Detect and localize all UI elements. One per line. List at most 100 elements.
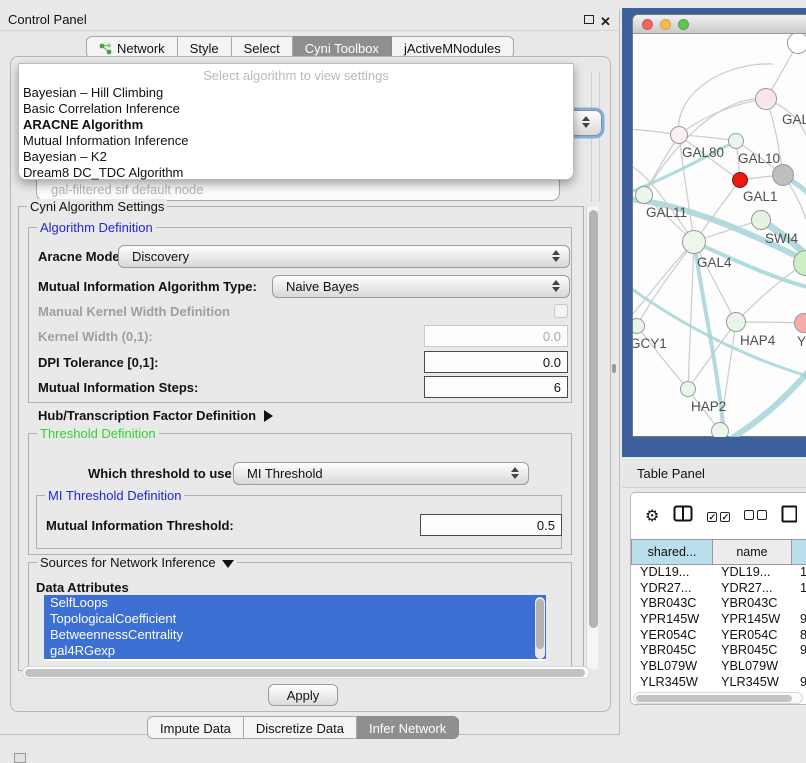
algorithm-option[interactable]: Bayesian – K2 xyxy=(19,149,573,165)
algorithm-dropdown-popup: Select algorithm to view settings Bayesi… xyxy=(18,63,574,180)
settings-horizontal-scrollbar[interactable] xyxy=(22,666,590,679)
table-body: YDL19...YDL19...13 YDR27...YDR27...12 YB… xyxy=(631,565,806,691)
network-node[interactable] xyxy=(680,381,696,397)
network-node-label: GAL4 xyxy=(697,255,732,270)
algorithm-option[interactable]: Dream8 DC_TDC Algorithm xyxy=(19,165,573,181)
algorithm-option[interactable]: Basic Correlation Inference xyxy=(19,101,573,117)
network-node[interactable] xyxy=(670,126,688,144)
network-canvas[interactable]: GALGAL80GAL10GAL1GAL11SWI4GAL4GCY1HAP4YH… xyxy=(633,34,806,437)
float-window-icon[interactable] xyxy=(584,15,594,24)
mi-threshold-field[interactable]: 0.5 xyxy=(420,514,562,536)
control-panel: Control Panel ✕ Network Style Select Cyn… xyxy=(0,9,620,735)
table-toolbar: ⚙ ✓✓ xyxy=(631,493,806,537)
network-node[interactable] xyxy=(711,422,729,437)
column-header-partial[interactable] xyxy=(791,539,806,565)
column-header-name[interactable]: name xyxy=(712,539,791,565)
network-node[interactable] xyxy=(772,164,794,186)
algorithm-prompt: Select algorithm to view settings xyxy=(19,68,573,85)
which-threshold-label: Which threshold to use: xyxy=(88,466,236,481)
network-selector-value: gal-filtered sif default node xyxy=(51,182,203,197)
stepper-arrows-icon xyxy=(511,467,519,479)
algorithm-definition-title: Algorithm Definition xyxy=(37,220,156,235)
table-panel-title: Table Panel xyxy=(637,466,705,481)
close-traffic-light[interactable] xyxy=(642,19,653,30)
stepper-arrows-icon xyxy=(582,116,590,128)
network-node-label: HAP4 xyxy=(740,333,775,348)
network-node[interactable] xyxy=(787,34,806,54)
aracne-mode-combobox[interactable]: Discovery xyxy=(118,245,570,268)
scrollbar-thumb[interactable] xyxy=(589,210,598,628)
network-node-label: GAL xyxy=(782,112,806,127)
mi-threshold-group-title: MI Threshold Definition xyxy=(45,488,184,503)
network-node[interactable] xyxy=(682,230,706,254)
mi-steps-field[interactable]: 6 xyxy=(424,376,568,398)
mi-steps-label: Mutual Information Steps: xyxy=(38,380,198,395)
network-node[interactable] xyxy=(726,312,746,332)
table-horizontal-scrollbar[interactable] xyxy=(633,692,803,704)
close-icon[interactable]: ✕ xyxy=(600,11,611,33)
algorithm-option[interactable]: Mutual Information Inference xyxy=(19,133,573,149)
hub-definition-expander[interactable]: Hub/Transcription Factor Definition xyxy=(38,408,273,423)
attributes-scrollbar[interactable] xyxy=(535,597,545,659)
network-window-titlebar[interactable] xyxy=(633,15,806,34)
network-node-label: GAL10 xyxy=(738,151,780,166)
zoom-traffic-light[interactable] xyxy=(678,19,689,30)
table-row[interactable]: YLR345WYLR345W9. xyxy=(631,675,806,691)
table-row[interactable]: YIL052CYIL052C9 xyxy=(631,691,806,692)
table-row[interactable]: YDL19...YDL19...13 xyxy=(631,565,806,581)
network-node[interactable] xyxy=(732,172,748,188)
table-row[interactable]: YBR045CYBR045C9. xyxy=(631,643,806,659)
attribute-item[interactable]: TopologicalCoefficient xyxy=(44,611,546,627)
tab-discretize-data[interactable]: Discretize Data xyxy=(244,716,357,739)
kernel-width-field: 0.0 xyxy=(424,325,568,347)
sources-group-title[interactable]: Sources for Network Inference xyxy=(37,555,237,570)
which-threshold-combobox[interactable]: MI Threshold xyxy=(233,462,529,485)
column-header-shared[interactable]: shared... xyxy=(631,539,712,565)
apply-button[interactable]: Apply xyxy=(268,684,338,706)
algorithm-option-selected[interactable]: ARACNE Algorithm xyxy=(19,117,573,133)
table-panel: ⚙ ✓✓ shared... name YDL19...YDL19...13 Y… xyxy=(630,492,806,705)
gear-icon[interactable]: ⚙ xyxy=(645,506,659,525)
network-node[interactable] xyxy=(755,88,777,110)
attribute-item[interactable]: gal4RGexp xyxy=(44,643,546,659)
splitpane-handle[interactable] xyxy=(612,364,616,373)
minimize-traffic-light[interactable] xyxy=(660,19,671,30)
split-columns-icon[interactable] xyxy=(673,505,693,525)
scrollbar-thumb[interactable] xyxy=(536,599,544,649)
tab-impute-data[interactable]: Impute Data xyxy=(147,716,244,739)
groupbox-edge-fragment xyxy=(599,73,600,202)
network-node-label: Y xyxy=(797,334,806,349)
control-panel-titlebar: Control Panel ✕ xyxy=(0,9,619,31)
network-node[interactable] xyxy=(728,133,744,149)
dpi-tolerance-field[interactable]: 0.0 xyxy=(424,351,568,373)
groupbox-edge-fragment xyxy=(591,73,592,202)
mi-type-combobox[interactable]: Naive Bayes xyxy=(272,275,570,298)
network-node[interactable] xyxy=(751,210,771,230)
scrollbar-thumb[interactable] xyxy=(636,695,792,702)
attribute-item[interactable]: BetweennessCentrality xyxy=(44,627,546,643)
threshold-definition-title: Threshold Definition xyxy=(37,426,159,441)
table-row[interactable]: YER054CYER054C8. xyxy=(631,628,806,644)
table-row[interactable]: YBL079WYBL079W xyxy=(631,659,806,675)
network-node[interactable] xyxy=(635,186,653,204)
network-node-label: SWI4 xyxy=(765,231,798,246)
deselect-all-checkboxes-icon[interactable] xyxy=(744,508,767,523)
manual-kernel-checkbox xyxy=(554,304,568,318)
tab-infer-network[interactable]: Infer Network xyxy=(357,716,459,739)
settings-vertical-scrollbar[interactable] xyxy=(586,207,598,669)
network-node-label: GAL1 xyxy=(743,189,778,204)
network-node-label: HAP2 xyxy=(691,399,726,414)
table-row[interactable]: YBR043CYBR043C xyxy=(631,596,806,612)
attribute-item[interactable]: SelfLoops xyxy=(44,595,546,611)
algorithm-option[interactable]: Bayesian – Hill Climbing xyxy=(19,85,573,101)
scrollbar-thumb[interactable] xyxy=(25,669,585,677)
table-row[interactable]: YDR27...YDR27...12 xyxy=(631,581,806,597)
mi-type-label: Mutual Information Algorithm Type: xyxy=(38,279,257,294)
table-row[interactable]: YPR145WYPR145W9. xyxy=(631,612,806,628)
aracne-mode-label: Aracne Mode: xyxy=(38,249,124,264)
kernel-width-label: Kernel Width (0,1): xyxy=(38,329,153,344)
table-panel-titlebar: Table Panel xyxy=(622,459,806,488)
export-table-icon[interactable] xyxy=(781,505,797,526)
select-all-checkboxes-icon[interactable]: ✓✓ xyxy=(707,508,730,523)
data-attributes-label: Data Attributes xyxy=(36,580,129,595)
